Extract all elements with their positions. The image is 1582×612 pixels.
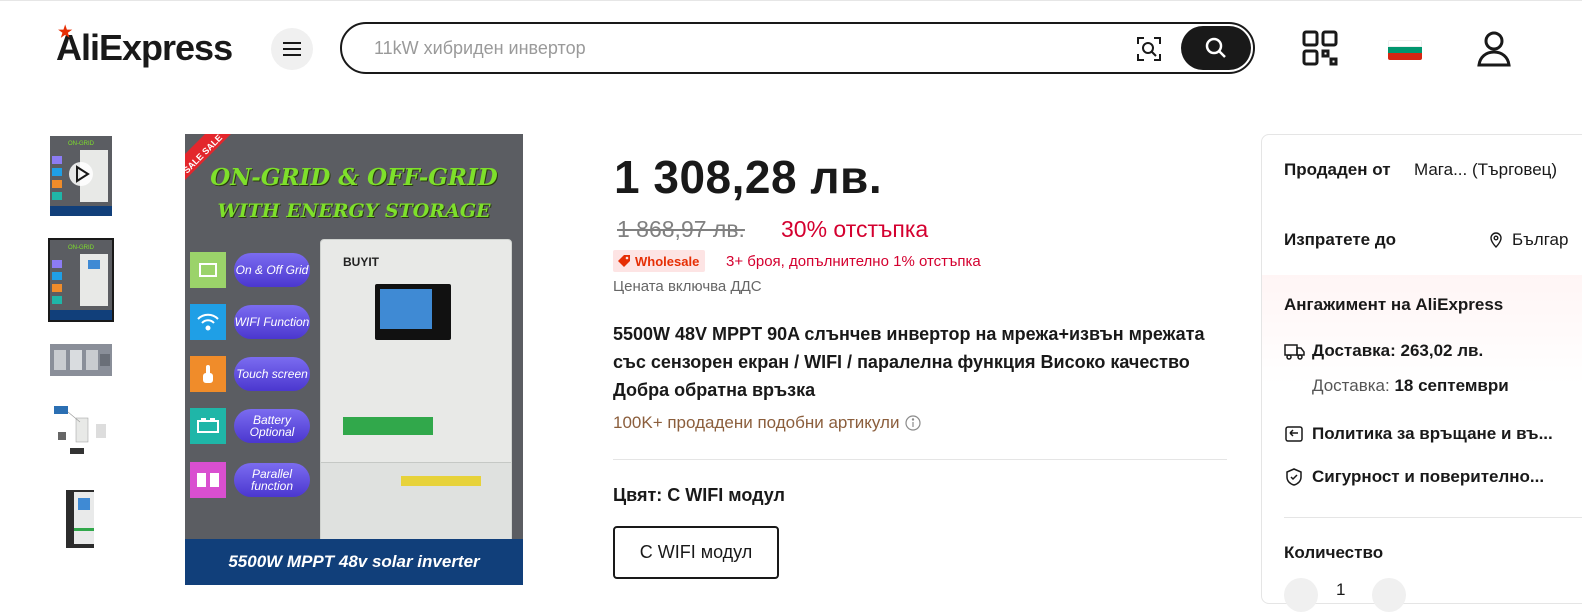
quantity-decrease-button[interactable] [1284, 578, 1318, 612]
search-input[interactable] [374, 37, 1114, 59]
feature-touch: Touch screen [190, 356, 310, 392]
feature-battery: Battery Optional [190, 408, 310, 444]
feature-parallel: Parallel function [190, 462, 310, 498]
flag-stripe-green [1388, 46, 1422, 54]
ship-to-country: Българ [1512, 230, 1569, 249]
qr-code-button[interactable] [1300, 28, 1340, 68]
thumbnail-4[interactable] [50, 402, 112, 462]
feature-label: Parallel function [234, 463, 310, 497]
inverter-warning-label [401, 476, 481, 486]
return-policy-row[interactable]: Политика за връщане и въ... [1284, 424, 1553, 444]
logo-text: AliExpress [56, 27, 233, 68]
sold-by-label: Продаден от [1284, 160, 1391, 179]
vat-note: Цената включва ДДС [613, 278, 762, 295]
inverter-screen [375, 284, 451, 340]
top-border [0, 0, 1582, 1]
ship-to-label: Изпратете до [1284, 230, 1397, 249]
menu-button[interactable] [271, 28, 313, 70]
thumbnail-5[interactable] [50, 488, 112, 550]
search-icon [1205, 37, 1226, 58]
store-link[interactable]: Мага... (Търговец) [1414, 160, 1557, 180]
search-button[interactable] [1181, 26, 1251, 70]
image-title-line2: WITH ENERGY STORAGE [217, 200, 491, 222]
divider [613, 459, 1227, 460]
user-icon [1477, 31, 1511, 67]
image-banner: 5500W MPPT 48v solar inverter [185, 539, 523, 585]
shield-icon [1286, 468, 1302, 486]
svg-text:ON-GRID: ON-GRID [68, 141, 95, 147]
thumbnail-3[interactable] [50, 344, 112, 376]
menu-icon [283, 42, 301, 56]
delivery-cost: Доставка: 263,02 лв. [1312, 341, 1484, 360]
tag-icon [618, 255, 630, 267]
commitment-title[interactable]: Ангажимент на AliExpress [1284, 295, 1503, 315]
delivery-date-label: Доставка: [1312, 376, 1390, 395]
account-button[interactable] [1474, 28, 1514, 68]
wholesale-offer: 3+ броя, допълнително 1% отстъпка [726, 253, 981, 270]
old-price: 1 868,97 лв. [617, 216, 745, 242]
divider [1284, 517, 1582, 518]
aliexpress-logo[interactable]: ★ AliExpress [56, 24, 233, 72]
parallel-icon [190, 462, 226, 498]
country-flag-button[interactable] [1388, 40, 1422, 60]
discount-label: 30% отстъпка [781, 216, 929, 242]
wifi-icon [190, 304, 226, 340]
quantity-value[interactable]: 1 [1336, 580, 1345, 600]
feature-wifi: WIFI Function [190, 304, 310, 340]
quantity-increase-button[interactable] [1372, 578, 1406, 612]
wholesale-label: Wholesale [635, 253, 700, 269]
grid-icon [190, 252, 226, 288]
sold-count-text: 100K+ продадени подобни артикули [613, 413, 900, 432]
sold-count: 100K+ продадени подобни артикули [613, 413, 922, 433]
delivery-date-row: Доставка: 18 септември [1312, 376, 1509, 396]
return-policy-text: Политика за връщане и въ... [1312, 424, 1553, 443]
feature-on-off-grid: On & Off Grid [190, 252, 310, 288]
current-price: 1 308,28 лв. [614, 151, 883, 203]
location-pin-icon [1490, 232, 1502, 248]
inverter-bottom-panel [321, 462, 511, 544]
image-search-button[interactable] [1134, 34, 1164, 64]
battery-icon [190, 408, 226, 444]
feature-label: On & Off Grid [234, 253, 310, 287]
image-title-line1: ON-GRID & OFF-GRID [210, 164, 498, 191]
flag-stripe-red [1388, 53, 1422, 60]
svg-text:ON-GRID: ON-GRID [68, 245, 95, 251]
main-product-image[interactable]: SALE SALE ON-GRID & OFF-GRID WITH ENERGY… [185, 134, 523, 585]
product-title: 5500W 48V MPPT 90A слънчев инвертор на м… [613, 324, 1205, 400]
wholesale-badge: Wholesale [613, 250, 706, 272]
camera-search-icon [1137, 37, 1161, 61]
delivery-date-value: 18 септември [1394, 376, 1509, 395]
search-bar [340, 22, 1255, 74]
feature-label: Touch screen [234, 357, 310, 391]
feature-label: WIFI Function [234, 305, 310, 339]
flag-stripe-white [1388, 40, 1422, 47]
touch-icon [190, 356, 226, 392]
feature-label: Battery Optional [234, 409, 310, 443]
security-text: Сигурност и поверително... [1312, 467, 1545, 486]
logo-star-icon: ★ [58, 24, 72, 41]
truck-icon [1284, 344, 1305, 360]
delivery-cost-row[interactable]: Доставка: 263,02 лв. [1284, 341, 1483, 361]
info-icon[interactable] [905, 415, 922, 431]
return-icon [1285, 426, 1303, 442]
thumbnail-main[interactable]: ON-GRID [48, 238, 114, 322]
qr-code-icon [1302, 30, 1338, 66]
quantity-label: Количество [1284, 543, 1384, 562]
inverter-illustration: BUYIT [320, 239, 512, 544]
color-label: Цвят: С WIFI модул [613, 485, 785, 505]
color-option-wifi[interactable]: С WIFI модул [613, 526, 779, 579]
security-row[interactable]: Сигурност и поверително... [1284, 467, 1544, 487]
inverter-label [343, 417, 433, 435]
inverter-brand: BUYIT [343, 255, 379, 269]
ship-to-selector[interactable]: Българ [1488, 230, 1568, 250]
thumbnail-video[interactable]: ON-GRID [50, 136, 112, 216]
